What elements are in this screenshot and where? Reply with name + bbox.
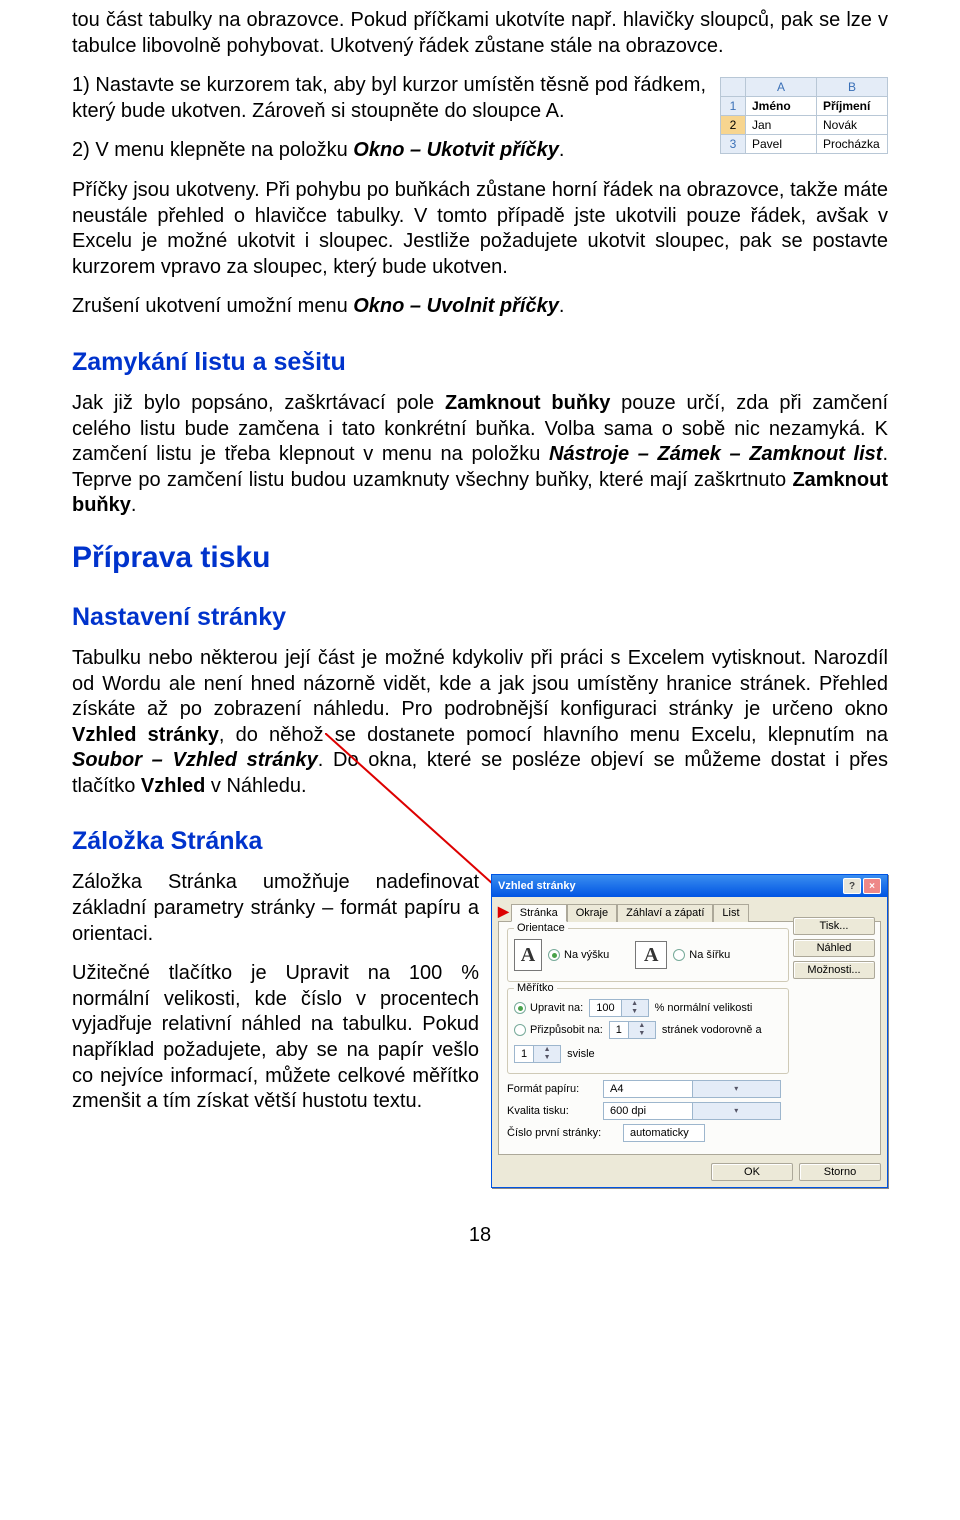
select-paper[interactable]: A4▾	[603, 1080, 781, 1098]
heading-print: Příprava tisku	[72, 541, 888, 575]
label-paper: Formát papíru:	[507, 1083, 597, 1095]
xl-row-1: 1	[721, 97, 746, 116]
landscape-icon: A	[635, 941, 667, 969]
help-icon[interactable]: ?	[843, 878, 861, 894]
paragraph-panes: Příčky jsou ukotveny. Při pohybu po buňk…	[72, 178, 888, 280]
portrait-icon: A	[514, 939, 542, 971]
dialog-title: Vzhled stránky	[498, 880, 576, 892]
heading-lock: Zamykání listu a sešitu	[72, 348, 888, 377]
spinner-pages-h[interactable]: 1▲▼	[609, 1021, 656, 1039]
radio-landscape[interactable]: Na šířku	[673, 949, 730, 961]
xl-r3c1: Pavel	[746, 135, 817, 154]
radio-fit-percent[interactable]: Upravit na:	[514, 1002, 583, 1014]
spinner-percent[interactable]: 100▲▼	[589, 999, 648, 1017]
cancel-button[interactable]: Storno	[799, 1163, 881, 1181]
ok-button[interactable]: OK	[711, 1163, 793, 1181]
xl-corner	[721, 78, 746, 97]
heading-pagesetup: Nastavení stránky	[72, 603, 888, 632]
heading-tab-stranka: Záložka Stránka	[72, 827, 888, 856]
label-percent-suffix: % normální velikosti	[655, 1002, 753, 1014]
xl-r2c2: Novák	[817, 116, 888, 135]
xl-col-A: A	[746, 78, 817, 97]
tab-stranka[interactable]: Stránka	[511, 904, 567, 922]
label-quality: Kvalita tisku:	[507, 1105, 597, 1117]
group-scale: Měřítko Upravit na: 100▲▼ % normální vel…	[507, 988, 789, 1074]
xl-col-B: B	[817, 78, 888, 97]
group-orientation: Orientace A Na výšku A Na šířku	[507, 928, 789, 982]
tab-okraje[interactable]: Okraje	[567, 904, 617, 922]
paragraph-intro: tou část tabulky na obrazovce. Pokud pří…	[72, 8, 888, 59]
page-setup-dialog: Vzhled stránky ? × ▶ Stránka Okraje Záhl…	[491, 874, 888, 1188]
radio-portrait[interactable]: Na výšku	[548, 949, 609, 961]
preview-button[interactable]: Náhled	[793, 939, 875, 957]
label-pages-mid: stránek vodorovně a	[662, 1024, 762, 1036]
paragraph-unfreeze: Zrušení ukotvení umožní menu Okno – Uvol…	[72, 294, 888, 320]
select-quality[interactable]: 600 dpi▾	[603, 1102, 781, 1120]
label-firstpage: Číslo první stránky:	[507, 1127, 617, 1139]
group-scale-label: Měřítko	[514, 982, 557, 994]
close-icon[interactable]: ×	[863, 878, 881, 894]
print-button[interactable]: Tisk...	[793, 917, 875, 935]
xl-r3c2: Procházka	[817, 135, 888, 154]
radio-fit-pages[interactable]: Přizpůsobit na:	[514, 1024, 603, 1036]
xl-r1c1: Jméno	[746, 97, 817, 116]
page-number: 18	[72, 1224, 888, 1247]
xl-row-3: 3	[721, 135, 746, 154]
group-orientation-label: Orientace	[514, 922, 568, 934]
excel-sample-table: A B 1 Jméno Příjmení 2 Jan Novák 3 Pavel…	[720, 77, 888, 154]
xl-r1c2: Příjmení	[817, 97, 888, 116]
tab-zahlavi[interactable]: Záhlaví a zápatí	[617, 904, 713, 922]
options-button[interactable]: Možnosti...	[793, 961, 875, 979]
paragraph-pagesetup: Tabulku nebo některou její část je možné…	[72, 646, 888, 800]
input-firstpage[interactable]: automaticky	[623, 1124, 705, 1142]
tab-list[interactable]: List	[713, 904, 748, 922]
spinner-pages-v[interactable]: 1▲▼	[514, 1045, 561, 1063]
xl-row-2: 2	[721, 116, 746, 135]
arrow-indicator-icon: ▶	[498, 903, 509, 921]
xl-r2c1: Jan	[746, 116, 817, 135]
label-pages-suffix: svisle	[567, 1048, 595, 1060]
paragraph-lock: Jak již bylo popsáno, zaškrtávací pole Z…	[72, 391, 888, 519]
